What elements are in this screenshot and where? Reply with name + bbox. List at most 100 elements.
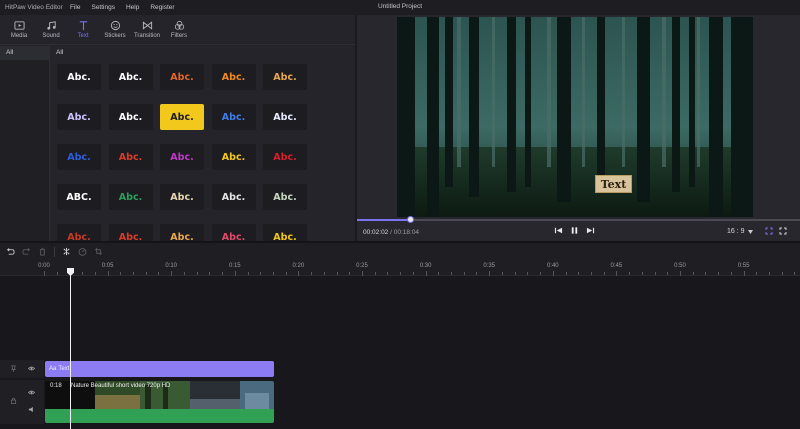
- previous-frame-icon[interactable]: [554, 226, 563, 235]
- text-style-card[interactable]: Abc.: [57, 104, 101, 130]
- ruler-tick-label: 0:35: [483, 263, 496, 269]
- lock-icon[interactable]: [10, 397, 17, 406]
- progress-track[interactable]: [357, 219, 800, 221]
- text-style-card[interactable]: Abc.: [108, 144, 153, 170]
- text-style-card[interactable]: Abc.: [160, 144, 204, 170]
- ruler-tick: [769, 272, 771, 275]
- ruler-tick: [451, 272, 453, 275]
- ruler-tick: [158, 272, 160, 275]
- text-style-card[interactable]: Abc.: [211, 104, 256, 130]
- tab-sound-label: Sound: [42, 33, 60, 39]
- text-style-card[interactable]: Abc.: [263, 144, 307, 170]
- text-style-card[interactable]: Abc.: [211, 184, 256, 210]
- playhead[interactable]: [70, 268, 71, 429]
- ruler-tick: [730, 272, 732, 275]
- text-style-card[interactable]: Abc.: [160, 224, 204, 241]
- aspect-ratio-select[interactable]: 16 : 9: [727, 228, 753, 235]
- delete-icon[interactable]: [38, 247, 47, 256]
- pause-icon[interactable]: [570, 226, 579, 235]
- timeline-toolbar: [0, 243, 800, 260]
- undo-icon[interactable]: [6, 247, 15, 256]
- text-overlay[interactable]: Text: [595, 175, 632, 193]
- text-style-card[interactable]: Abc.: [160, 64, 204, 90]
- ruler-tick: [476, 272, 478, 275]
- current-time: 00:02:02: [363, 229, 389, 236]
- chevron-down-icon: [747, 229, 753, 234]
- track-eye-icon[interactable]: [27, 389, 36, 398]
- ruler-tick: [705, 272, 707, 275]
- ruler-tick: [540, 272, 542, 275]
- ruler-tick-label: 0:15: [228, 263, 241, 269]
- ruler-tick: [578, 272, 580, 275]
- video-clip[interactable]: 0:18 Nature Beautiful short video 720p H…: [45, 381, 274, 423]
- ruler-tick-label: 0:40: [546, 263, 559, 269]
- ruler-tick: [692, 272, 694, 275]
- ruler-tick: [667, 272, 669, 275]
- crop-icon[interactable]: [94, 247, 103, 256]
- category-all[interactable]: All: [0, 46, 49, 60]
- menu-help[interactable]: Help: [126, 4, 139, 11]
- ruler-tick: [183, 272, 185, 275]
- speed-icon[interactable]: [78, 247, 87, 256]
- ruler-tick: [323, 272, 325, 275]
- text-style-card[interactable]: Abc.: [211, 64, 256, 90]
- text-style-card[interactable]: Abc.: [108, 184, 153, 210]
- tab-media[interactable]: Media: [3, 15, 35, 44]
- text-style-card[interactable]: ABC.: [57, 184, 101, 210]
- ruler-tick: [196, 272, 198, 275]
- text-style-card[interactable]: Abc.: [108, 64, 153, 90]
- text-style-card[interactable]: Abc.: [263, 64, 307, 90]
- media-icon: [13, 21, 25, 30]
- text-style-card[interactable]: Abc.: [263, 104, 307, 130]
- audio-waveform: [45, 409, 274, 423]
- text-style-card[interactable]: Abc.: [263, 184, 307, 210]
- text-style-card[interactable]: Abc.: [108, 224, 153, 241]
- fullscreen-icon[interactable]: [779, 227, 787, 235]
- ruler-tick-label: 0:00: [38, 263, 50, 269]
- timeline-ruler[interactable]: 0:00 0:05 0:10 0:15 0:20 0:25 0:30 0:35 0:40 0:45…: [0, 260, 800, 276]
- ruler-tick: [590, 272, 592, 275]
- app-name: HitPaw Video Editor: [5, 4, 63, 11]
- menu-register[interactable]: Register: [150, 4, 174, 11]
- music-note-icon: [46, 21, 56, 30]
- text-clip[interactable]: Aa Text: [45, 361, 274, 377]
- tab-sound[interactable]: Sound: [35, 15, 67, 44]
- text-style-card[interactable]: Abc.: [211, 144, 256, 170]
- progress-fill: [357, 219, 411, 221]
- eye-icon[interactable]: [27, 365, 36, 374]
- speaker-icon[interactable]: [28, 406, 35, 415]
- text-style-card[interactable]: Abc.: [160, 104, 204, 130]
- text-style-grid: Abc. Abc. Abc. Abc. Abc. Abc. Abc. Abc. Abc. Abc.…: [57, 64, 307, 241]
- text-style-card[interactable]: Abc.: [160, 184, 204, 210]
- text-style-card[interactable]: Abc.: [57, 144, 101, 170]
- menu-file[interactable]: File: [70, 4, 80, 11]
- split-icon[interactable]: [62, 247, 71, 256]
- time-readout: 00:02:02 / 00:18:04: [363, 229, 419, 236]
- smiley-icon: [110, 20, 120, 31]
- text-style-card[interactable]: Abc.: [57, 64, 101, 90]
- ruler-tick: [260, 272, 262, 275]
- text-style-card[interactable]: Abc.: [263, 224, 307, 241]
- video-preview[interactable]: Text: [397, 17, 753, 217]
- next-frame-icon[interactable]: [586, 226, 595, 235]
- tab-transition-label: Transition: [133, 33, 161, 39]
- redo-icon[interactable]: [22, 247, 31, 256]
- tab-stickers[interactable]: Stickers: [99, 15, 131, 44]
- menu-settings[interactable]: Settings: [91, 4, 115, 11]
- crop-frame-icon[interactable]: [765, 227, 773, 235]
- text-style-grid-area: All Abc. Abc. Abc. Abc. Abc. Abc. Abc. Abc. Abc.…: [51, 46, 355, 241]
- tab-filters[interactable]: Filters: [163, 15, 195, 44]
- text-style-card[interactable]: Abc.: [57, 224, 101, 241]
- ruler-tick: [501, 272, 503, 275]
- ruler-tick: [400, 272, 402, 275]
- text-style-card[interactable]: Abc.: [211, 224, 256, 241]
- text-style-card[interactable]: Abc.: [108, 104, 153, 130]
- ruler-tick: [145, 272, 147, 275]
- ruler-tick: [603, 272, 605, 275]
- tab-text[interactable]: Text: [67, 15, 99, 44]
- tab-stickers-label: Stickers: [104, 33, 126, 39]
- progress-handle[interactable]: [406, 216, 414, 223]
- pin-icon[interactable]: [10, 365, 17, 374]
- grid-title: All: [56, 49, 64, 56]
- tab-transition[interactable]: Transition: [131, 15, 163, 44]
